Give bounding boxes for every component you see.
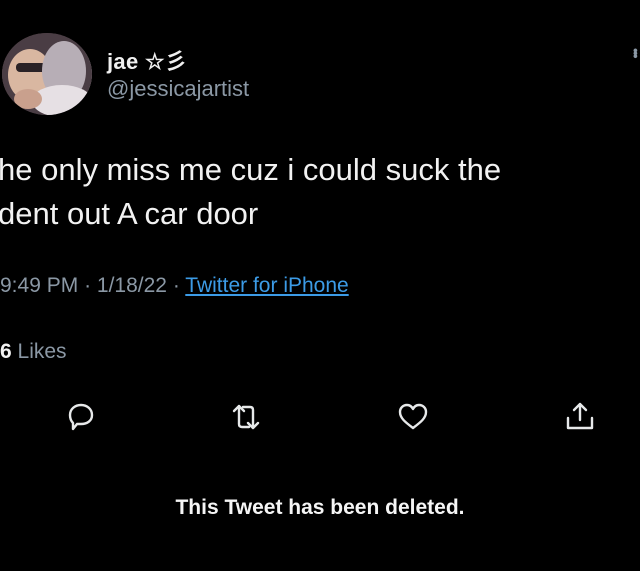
likes-count[interactable]: 6 Likes xyxy=(0,340,67,364)
avatar[interactable] xyxy=(2,33,92,115)
profile-photo xyxy=(2,33,92,115)
tweet-date: 1/18/22 xyxy=(96,274,167,297)
separator: · xyxy=(172,274,180,297)
like-icon xyxy=(398,403,428,430)
tweet-time: 9:49 PM xyxy=(0,274,79,297)
author-display-name[interactable]: jae ☆彡 xyxy=(107,44,187,76)
retweet-button[interactable] xyxy=(229,400,263,434)
reply-icon xyxy=(68,403,94,431)
more-options-icon[interactable]: ••• xyxy=(628,48,640,57)
reply-button[interactable] xyxy=(64,400,98,434)
share-icon xyxy=(566,402,594,430)
share-button[interactable] xyxy=(563,400,597,434)
author-handle[interactable]: @jessicajartist xyxy=(107,76,249,102)
tweet-source-link[interactable]: Twitter for iPhone xyxy=(185,274,348,297)
deleted-notice: This Tweet has been deleted. xyxy=(175,496,465,519)
tweet-text: he only miss me cuz i could suck the den… xyxy=(0,152,502,231)
likes-number: 6 xyxy=(0,340,12,363)
tweet-metadata: 9:49 PM · 1/18/22 · Twitter for iPhone xyxy=(0,274,349,298)
separator: · xyxy=(84,274,92,297)
likes-label: Likes xyxy=(17,340,67,363)
like-button[interactable] xyxy=(396,400,430,434)
retweet-icon xyxy=(232,404,260,430)
